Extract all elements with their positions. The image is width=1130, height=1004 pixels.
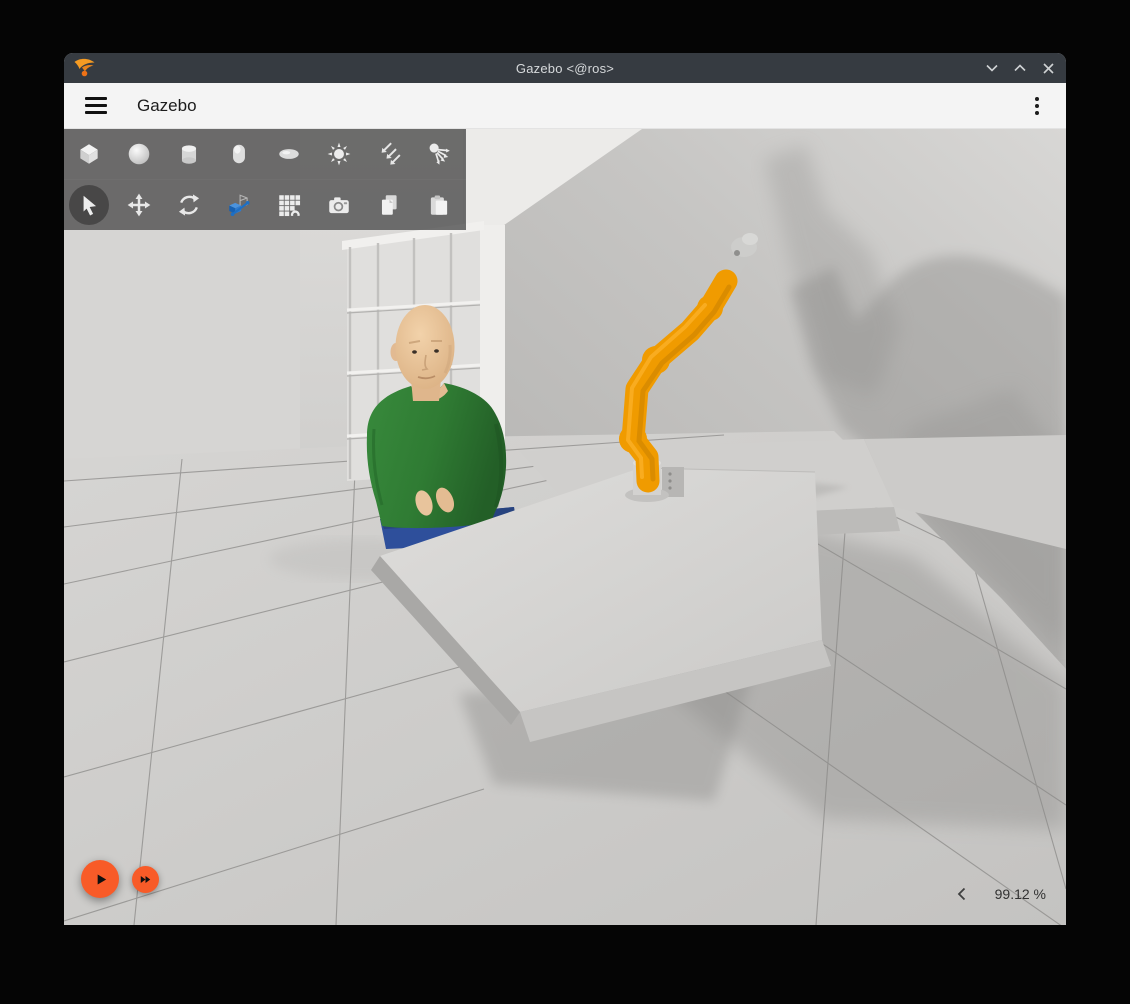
close-button[interactable]: [1036, 56, 1060, 80]
tool-translate-button[interactable]: [114, 180, 164, 230]
simulation-scene[interactable]: [64, 129, 1066, 925]
rotate-icon: [176, 192, 202, 218]
tool-box-button[interactable]: [64, 129, 114, 179]
tool-copy-button[interactable]: [364, 180, 414, 230]
window-titlebar[interactable]: Gazebo <@ros>: [64, 53, 1066, 83]
rtf-value: 99.12 %: [995, 886, 1046, 902]
spot-light-icon: [426, 141, 452, 167]
chevron-up-icon: [1014, 64, 1026, 72]
capsule-icon: [226, 141, 252, 167]
paste-icon: [426, 192, 452, 218]
app-toolbar: Gazebo: [64, 83, 1066, 129]
fast-forward-icon: [139, 873, 152, 886]
hamburger-menu-icon: [85, 97, 107, 100]
tool-spot-light-button[interactable]: [414, 129, 464, 179]
tool-rotate-button[interactable]: [164, 180, 214, 230]
app-title: Gazebo: [137, 96, 197, 116]
rtf-status: 99.12 %: [955, 885, 1046, 903]
cylinder-icon: [176, 141, 202, 167]
gazebo-window: Gazebo <@ros> Ga: [64, 53, 1066, 925]
window-title: Gazebo <@ros>: [64, 61, 1066, 76]
box-icon: [76, 141, 102, 167]
copy-icon: [376, 192, 402, 218]
tool-capsule-button[interactable]: [214, 129, 264, 179]
directional-light-icon: [376, 141, 402, 167]
tool-screenshot-button[interactable]: [314, 180, 364, 230]
tool-point-light-button[interactable]: [314, 129, 364, 179]
transform-toolbar: [64, 179, 466, 230]
tool-cylinder-button[interactable]: [164, 129, 214, 179]
tool-paste-button[interactable]: [414, 180, 464, 230]
play-icon: [92, 871, 109, 888]
kebab-menu-icon: [1035, 97, 1039, 101]
translate-icon: [126, 192, 152, 218]
gazebo-logo-icon: [73, 57, 97, 79]
rtf-expand-button[interactable]: [955, 885, 968, 903]
main-menu-button[interactable]: [79, 89, 113, 123]
tool-ellipsoid-button[interactable]: [264, 129, 314, 179]
tool-snap-button[interactable]: [214, 180, 264, 230]
tool-grid-view-button[interactable]: [264, 180, 314, 230]
tool-panel: [64, 129, 466, 230]
window-controls: [980, 53, 1060, 83]
select-arrow-icon: [76, 192, 102, 218]
minimize-button[interactable]: [980, 56, 1004, 80]
tool-select-button[interactable]: [64, 180, 114, 230]
chevron-left-icon: [957, 887, 966, 901]
tool-sphere-button[interactable]: [114, 129, 164, 179]
sphere-icon: [126, 141, 152, 167]
tool-directional-light-button[interactable]: [364, 129, 414, 179]
chevron-down-icon: [986, 64, 998, 72]
grid-view-icon: [276, 192, 302, 218]
point-light-icon: [326, 141, 352, 167]
step-button[interactable]: [132, 866, 159, 893]
viewport-3d[interactable]: 99.12 %: [64, 129, 1066, 925]
ellipsoid-icon: [276, 141, 302, 167]
overflow-menu-button[interactable]: [1022, 89, 1052, 123]
close-icon: [1043, 63, 1054, 74]
shape-toolbar: [64, 129, 466, 179]
play-button[interactable]: [81, 860, 119, 898]
snap-icon: [226, 192, 252, 218]
maximize-button[interactable]: [1008, 56, 1032, 80]
screenshot-camera-icon: [326, 192, 352, 218]
